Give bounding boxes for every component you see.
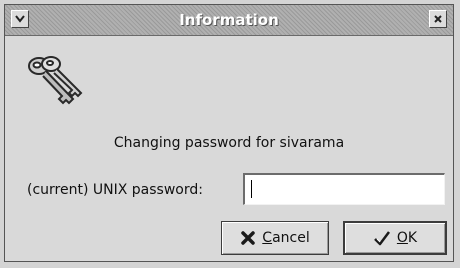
cancel-button-label: Cancel xyxy=(262,230,310,246)
password-prompt-label: (current) UNIX password: xyxy=(27,182,203,198)
checkmark-icon xyxy=(374,231,390,246)
chevron-down-icon xyxy=(15,15,25,23)
information-dialog: Information Changing password for sivara… xyxy=(4,4,454,262)
password-field[interactable] xyxy=(243,173,445,205)
text-caret xyxy=(251,180,252,198)
window-menu-button[interactable] xyxy=(11,10,29,28)
close-icon xyxy=(434,15,442,23)
window-title: Information xyxy=(179,11,279,29)
cancel-button[interactable]: Cancel xyxy=(221,221,329,255)
window-close-button[interactable] xyxy=(429,10,447,28)
cross-icon xyxy=(241,231,256,245)
keys-icon xyxy=(28,56,83,105)
title-bar[interactable]: Information xyxy=(5,5,453,36)
ok-button[interactable]: OK xyxy=(343,221,447,255)
ok-button-label: OK xyxy=(396,230,418,246)
dialog-message: Changing password for sivarama xyxy=(113,135,345,151)
